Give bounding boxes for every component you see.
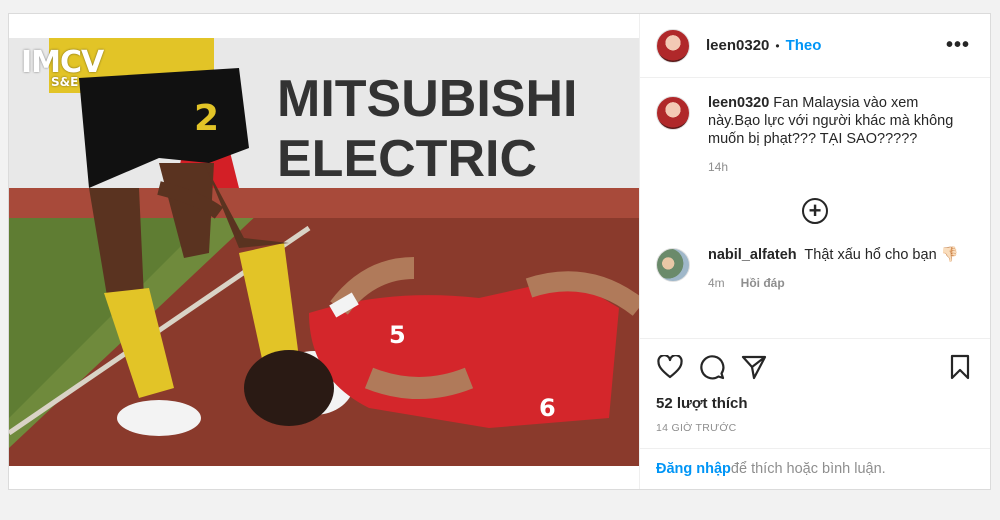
football-photo: MITSUBISHI ELECTRIC 2 5 6 xyxy=(9,38,639,466)
load-more-comments-icon[interactable]: + xyxy=(802,198,828,224)
post-photo[interactable]: MITSUBISHI ELECTRIC 2 5 6 IMCV S&E xyxy=(9,38,639,466)
post-time[interactable]: 14 GIỜ TRƯỚC xyxy=(656,422,974,434)
login-link[interactable]: Đăng nhập xyxy=(656,461,731,477)
yellow-jersey-number: 2 xyxy=(194,98,219,139)
post-header: leen0320 • Theo ••• xyxy=(640,14,990,78)
post-media: MITSUBISHI ELECTRIC 2 5 6 IMCV S&E xyxy=(9,14,639,489)
share-icon[interactable] xyxy=(740,353,768,381)
more-options-icon[interactable]: ••• xyxy=(946,34,974,57)
comment-item: nabil_alfateh Thật xấu hổ cho bạn 👎🏻 4m … xyxy=(656,246,974,292)
author-avatar[interactable] xyxy=(656,28,690,63)
author-username[interactable]: leen0320 xyxy=(706,37,769,54)
caption: leen0320 Fan Malaysia vào xem này.Bạo lực… xyxy=(656,94,974,176)
load-more-comments: + xyxy=(656,198,974,224)
commenter-avatar[interactable] xyxy=(656,248,690,282)
comment-text: Thật xấu hổ cho bạn 👎🏻 xyxy=(804,247,959,263)
media-watermark: IMCV S&E xyxy=(21,45,104,89)
action-icons xyxy=(656,353,974,381)
caption-author-avatar[interactable] xyxy=(656,96,690,130)
likes-count[interactable]: 52 lượt thích xyxy=(656,395,974,412)
watermark-main: IMCV xyxy=(21,45,104,80)
post-sidebar: leen0320 • Theo ••• leen0320 Fan Malaysia… xyxy=(639,14,990,489)
caption-username[interactable]: leen0320 xyxy=(708,95,769,111)
login-prompt: Đăng nhậpđể thích hoặc bình luận. xyxy=(640,448,990,489)
login-prompt-text: để thích hoặc bình luận. xyxy=(730,461,886,477)
red-jersey-number-back: 6 xyxy=(539,394,556,422)
caption-time[interactable]: 14h xyxy=(708,158,728,176)
comments-section: leen0320 Fan Malaysia vào xem này.Bạo lực… xyxy=(640,78,990,338)
banner-text-1: MITSUBISHI xyxy=(277,70,577,128)
comment-icon[interactable] xyxy=(698,353,726,381)
comment-time[interactable]: 4m xyxy=(708,274,725,292)
separator-dot: • xyxy=(775,38,780,53)
heart-icon[interactable] xyxy=(656,353,684,381)
reply-button[interactable]: Hồi đáp xyxy=(741,274,785,292)
banner-text-2: ELECTRIC xyxy=(277,130,537,188)
post-actions: 52 lượt thích 14 GIỜ TRƯỚC Đăng nhậpđể t… xyxy=(640,338,990,489)
instagram-post: MITSUBISHI ELECTRIC 2 5 6 IMCV S&E leen0… xyxy=(8,13,991,490)
comment-username[interactable]: nabil_alfateh xyxy=(708,247,797,263)
red-jersey-number: 5 xyxy=(389,321,406,349)
follow-button[interactable]: Theo xyxy=(786,37,822,54)
bookmark-icon[interactable] xyxy=(946,353,974,381)
